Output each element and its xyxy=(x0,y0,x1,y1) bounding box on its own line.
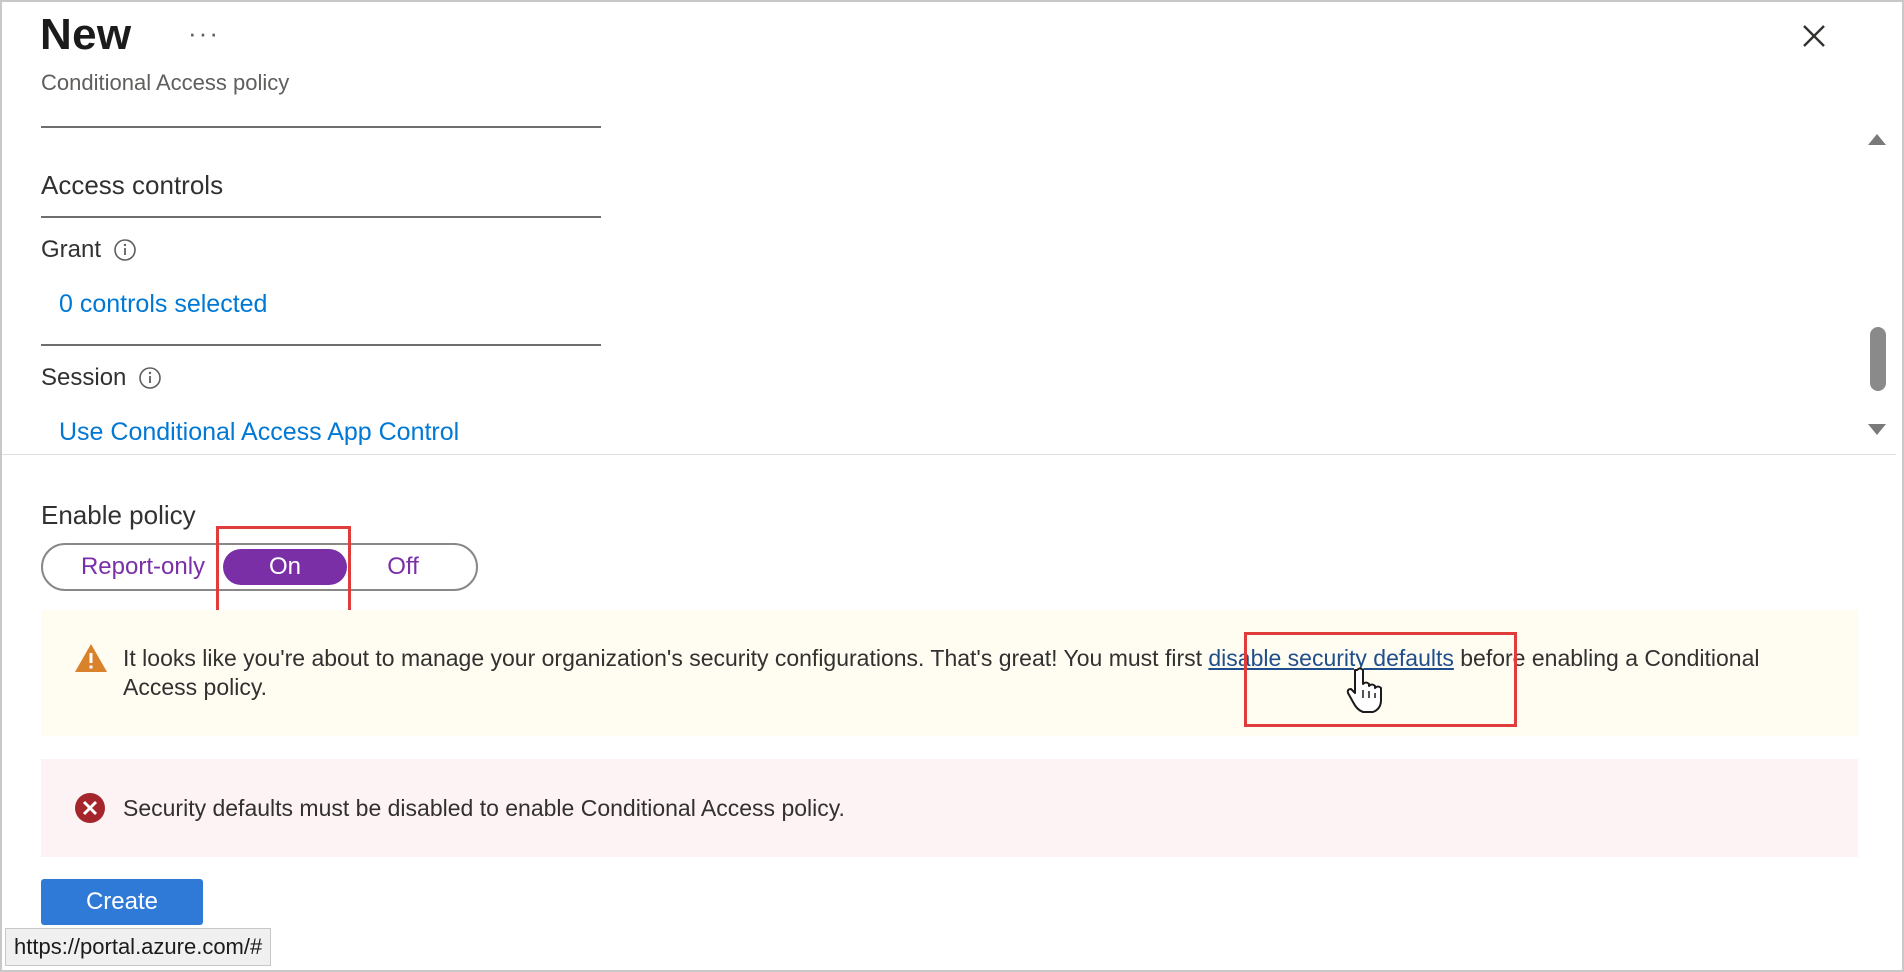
page-title: New xyxy=(40,10,132,59)
grant-label: Grant xyxy=(41,236,102,263)
error-banner: Security defaults must be disabled to en… xyxy=(41,759,1858,857)
enable-policy-label: Enable policy xyxy=(41,500,196,530)
warning-message: It looks like you're about to manage you… xyxy=(123,644,1823,702)
section-divider xyxy=(41,126,601,128)
scrollbar-thumb[interactable] xyxy=(1870,327,1886,391)
error-message: Security defaults must be disabled to en… xyxy=(123,795,845,821)
info-icon[interactable] xyxy=(138,366,162,390)
status-bar-url: https://portal.azure.com/# xyxy=(5,928,272,966)
create-button[interactable]: Create xyxy=(41,879,203,925)
info-icon[interactable] xyxy=(113,238,137,262)
close-button[interactable] xyxy=(1796,18,1832,54)
session-app-control-link[interactable]: Use Conditional Access App Control xyxy=(59,418,459,447)
more-options-button[interactable]: ··· xyxy=(188,18,220,49)
session-label: Session xyxy=(41,364,127,391)
warning-text-before: It looks like you're about to manage you… xyxy=(123,645,1209,671)
grant-controls-link[interactable]: 0 controls selected xyxy=(59,290,267,319)
toggle-option-off[interactable]: Off xyxy=(353,549,453,585)
scroll-down-arrow[interactable] xyxy=(1868,424,1886,435)
highlight-box xyxy=(216,526,351,616)
highlight-box xyxy=(1244,632,1517,727)
page-subtitle: Conditional Access policy xyxy=(41,70,290,95)
scroll-up-arrow[interactable] xyxy=(1868,134,1886,145)
section-divider xyxy=(41,216,601,218)
warning-icon xyxy=(75,644,107,672)
footer-divider xyxy=(2,454,1896,455)
grant-label-row: Grant xyxy=(41,236,137,264)
session-label-row: Session xyxy=(41,364,162,392)
access-controls-heading: Access controls xyxy=(41,170,224,200)
warning-banner: It looks like you're about to manage you… xyxy=(41,610,1858,736)
error-icon xyxy=(75,793,105,823)
section-divider xyxy=(41,344,601,346)
blade-panel: New ··· Conditional Access policy Access… xyxy=(0,0,1904,972)
toggle-option-report-only[interactable]: Report-only xyxy=(53,549,233,585)
close-icon xyxy=(1803,25,1825,47)
